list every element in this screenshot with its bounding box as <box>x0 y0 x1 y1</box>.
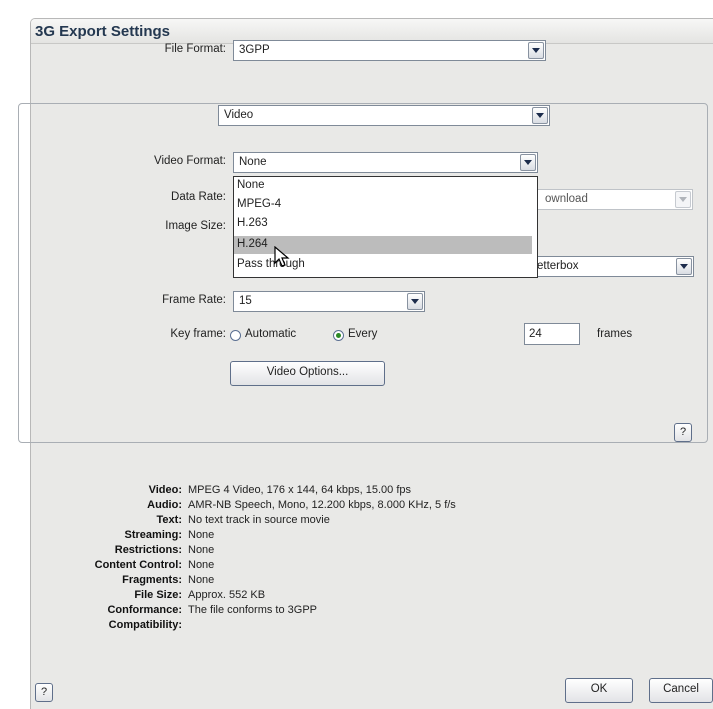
image-size-select[interactable]: etterbox <box>520 256 694 277</box>
summary-key: Fragments: <box>122 574 182 586</box>
data-rate-value: ownload <box>545 193 588 205</box>
summary-key: Text: <box>156 514 182 526</box>
summary-value: None <box>188 544 215 556</box>
summary-value: MPEG 4 Video, 176 x 144, 64 kbps, 15.00 … <box>188 484 411 496</box>
window-title: 3G Export Settings <box>35 23 171 40</box>
option-none[interactable]: None <box>234 177 532 195</box>
summary-value: None <box>188 559 215 571</box>
mouse-cursor-icon <box>274 246 290 267</box>
video-format-value: None <box>239 156 267 168</box>
summary-value: Approx. 552 KB <box>188 589 266 601</box>
section-selector-value: Video <box>224 109 254 121</box>
chevron-down-icon[interactable] <box>675 191 691 208</box>
summary-key: Conformance: <box>107 604 182 616</box>
file-format-select[interactable]: 3GPP <box>233 40 546 61</box>
file-format-label: File Format: <box>164 43 226 55</box>
summary-key: Audio: <box>147 499 182 511</box>
summary-key: Compatibility: <box>108 619 182 631</box>
image-size-value: etterbox <box>537 260 579 272</box>
ok-button[interactable]: OK <box>565 678 633 703</box>
summary-value: None <box>188 574 215 586</box>
help-button[interactable]: ? <box>674 423 692 442</box>
summary-value: AMR-NB Speech, Mono, 12.200 kbps, 8.000 … <box>188 499 456 511</box>
chevron-down-icon[interactable] <box>528 42 544 59</box>
summary-key: File Size: <box>134 589 182 601</box>
chevron-down-icon[interactable] <box>407 293 423 310</box>
video-options-button[interactable]: Video Options... <box>230 361 385 386</box>
radio-automatic[interactable] <box>230 330 241 341</box>
chevron-down-icon[interactable] <box>532 107 548 124</box>
radio-automatic-label: Automatic <box>245 328 297 340</box>
data-rate-select[interactable]: ownload <box>520 189 693 210</box>
summary-value: The file conforms to 3GPP <box>188 604 317 616</box>
summary-value: No text track in source movie <box>188 514 330 526</box>
radio-every[interactable] <box>333 330 344 341</box>
key-frame-interval-field[interactable]: 24 <box>524 323 580 345</box>
summary-key: Streaming: <box>124 529 182 541</box>
radio-every-label: Every <box>348 328 378 340</box>
file-format-value: 3GPP <box>239 44 270 56</box>
frame-rate-label: Frame Rate: <box>162 294 226 306</box>
data-rate-label: Data Rate: <box>171 191 226 203</box>
summary-value: None <box>188 529 215 541</box>
chevron-down-icon[interactable] <box>676 258 692 275</box>
help-button-bottom[interactable]: ? <box>35 683 53 702</box>
summary-key: Content Control: <box>94 559 182 571</box>
frames-label: frames <box>597 328 633 340</box>
key-frame-label: Key frame: <box>170 328 226 340</box>
summary-key: Video: <box>148 484 182 496</box>
video-format-select[interactable]: None <box>233 152 538 173</box>
key-frame-interval-value: 24 <box>529 328 542 340</box>
option-mpeg-4[interactable]: MPEG-4 <box>234 196 532 214</box>
video-format-label: Video Format: <box>153 155 226 167</box>
image-size-label: Image Size: <box>165 220 226 232</box>
option-h263[interactable]: H.263 <box>234 215 532 233</box>
chevron-down-icon[interactable] <box>520 154 536 171</box>
cancel-button[interactable]: Cancel <box>649 678 713 703</box>
section-selector[interactable]: Video <box>218 105 550 126</box>
summary-key: Restrictions: <box>114 544 182 556</box>
frame-rate-value: 15 <box>239 295 252 307</box>
frame-rate-select[interactable]: 15 <box>233 291 425 312</box>
